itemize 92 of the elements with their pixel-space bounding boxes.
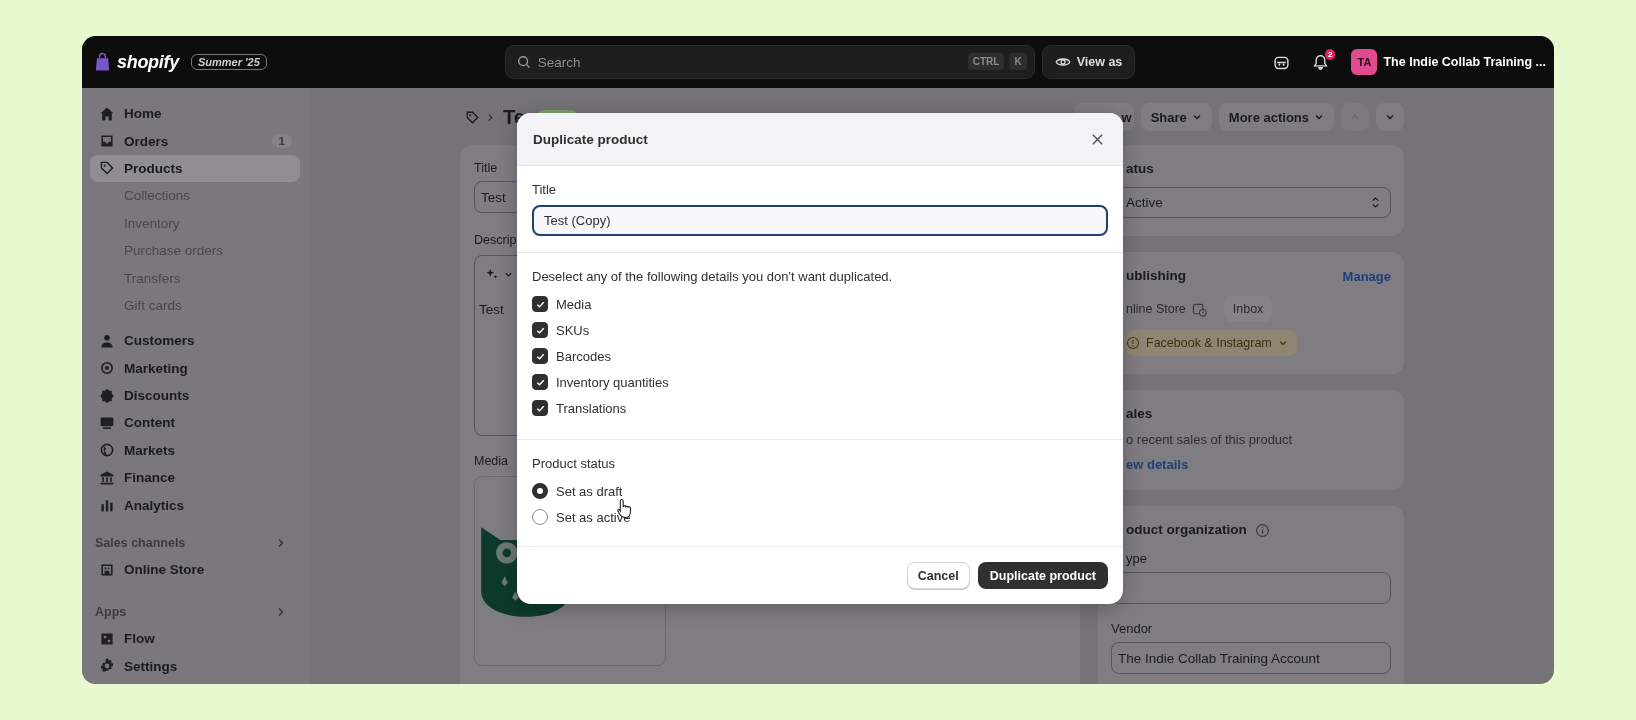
channel-chip[interactable]: nline Store (1126, 296, 1216, 322)
sidebar-item[interactable]: Settings (90, 652, 300, 681)
caret-icon (1191, 112, 1202, 122)
sidebar-item[interactable]: Orders 1 (90, 127, 300, 155)
globe-icon (98, 442, 116, 459)
chevron-right-icon[interactable] (276, 607, 286, 618)
checkbox-label[interactable]: Translations (556, 400, 627, 416)
card-heading: ales (1126, 406, 1154, 422)
sidebar-item[interactable]: Products (90, 154, 300, 183)
duplicate-button[interactable]: Duplicate product (977, 562, 1108, 589)
field-label: Title (474, 161, 498, 175)
field-label: Vendor (1111, 622, 1153, 636)
caret-icon (1277, 338, 1288, 348)
instructions-text: Deselect any of the following details you don't want duplicated. (532, 269, 894, 285)
checkbox[interactable] (532, 322, 548, 338)
field-label: Descrip (474, 233, 517, 247)
shortcut-key: CTRL (967, 53, 1005, 70)
chevron-right-icon (486, 112, 495, 122)
radio-label[interactable]: Set as draft (556, 483, 623, 499)
sidebar-item[interactable]: Online Store (90, 555, 300, 584)
settings-icon (98, 658, 116, 675)
field-label: Media (474, 454, 509, 468)
sidebar-item[interactable]: Finance (90, 464, 300, 492)
count-badge: 1 (271, 134, 292, 149)
calendar-clock-icon (1191, 301, 1207, 317)
edition-badge: Summer '25 (190, 54, 267, 70)
radio-button[interactable] (532, 509, 548, 525)
up-down-chevron-icon (1371, 196, 1380, 209)
chevron-right-icon[interactable] (276, 537, 286, 548)
field-label: Title (532, 182, 558, 198)
bar-chart-icon (98, 497, 116, 514)
details-link[interactable]: ew details (1126, 457, 1189, 472)
discount-icon (98, 387, 116, 404)
caret-icon (1314, 112, 1324, 122)
header-button[interactable]: More actions (1218, 103, 1334, 131)
checkbox[interactable] (532, 296, 548, 312)
home-icon (98, 105, 116, 122)
title-input[interactable]: Test (Copy) (532, 205, 1108, 236)
sidebar-item[interactable]: Marketing (90, 354, 300, 382)
sidebar-item[interactable]: Analytics (90, 491, 300, 519)
shortcut-key: K (1009, 53, 1027, 70)
storefront-icon (98, 561, 116, 578)
section-heading: Sales channels (95, 535, 186, 550)
cancel-button[interactable]: Cancel (906, 562, 970, 589)
checkbox-label[interactable]: Inventory quantities (556, 374, 669, 390)
checkbox[interactable] (532, 348, 548, 364)
checkbox[interactable] (532, 400, 548, 416)
sidebar-item[interactable]: Markets (90, 436, 300, 465)
monitor-icon (98, 415, 116, 431)
account-name[interactable]: The Indie Collab Training ... (1383, 55, 1546, 69)
bank-icon (98, 469, 116, 486)
vendor-input[interactable]: The Indie Collab Training Account (1111, 642, 1391, 674)
section-heading: Apps (95, 605, 127, 620)
sidebar-item[interactable]: Home (90, 100, 300, 128)
checkbox-label[interactable]: Barcodes (556, 348, 611, 364)
manage-link[interactable]: Manage (1342, 268, 1391, 284)
field-label: ype (1126, 552, 1147, 566)
search-icon (516, 55, 531, 69)
chevron-down-icon (1385, 112, 1395, 122)
inbox-icon (98, 133, 116, 150)
sparkle-icon[interactable] (485, 267, 499, 281)
close-icon[interactable] (1091, 132, 1104, 146)
shopping-bag-icon (94, 52, 111, 72)
sidebar-item[interactable]: Flow (90, 625, 300, 653)
nodes-icon (98, 630, 116, 647)
header-button[interactable]: Share (1140, 103, 1212, 131)
sales-text: o recent sales of this product (1126, 432, 1294, 447)
notification-count: 2 (1325, 48, 1336, 60)
view-as-button[interactable]: View as (1041, 45, 1136, 79)
field-label: Product status (532, 456, 617, 472)
sidebar-item[interactable]: Customers (90, 327, 300, 355)
sidebar-item[interactable]: Content (90, 409, 300, 437)
tag-icon (98, 160, 116, 177)
card-heading: atus (1126, 161, 1155, 177)
radio-button[interactable] (532, 483, 548, 499)
tag-icon (465, 109, 480, 125)
bell-icon[interactable] (1312, 53, 1330, 71)
account-avatar[interactable]: TA (1351, 49, 1378, 75)
checkbox-label[interactable]: SKUs (556, 322, 590, 338)
checkbox-label[interactable]: Media (556, 296, 592, 312)
info-icon[interactable] (1254, 522, 1270, 538)
warning-icon (1126, 336, 1140, 350)
card-heading: oduct organization (1126, 522, 1247, 538)
checkbox[interactable] (532, 374, 548, 390)
target-icon (98, 360, 116, 377)
dialog-title: Duplicate product (533, 131, 648, 147)
description-text: Test (479, 302, 504, 317)
sidebar-item[interactable]: Discounts (90, 381, 300, 410)
channel-chip[interactable]: Inbox (1223, 296, 1273, 322)
channel-chip[interactable]: Facebook & Instagram (1126, 330, 1297, 356)
card-heading: ublishing (1126, 268, 1186, 284)
logo-wordmark[interactable]: shopify (117, 51, 179, 73)
